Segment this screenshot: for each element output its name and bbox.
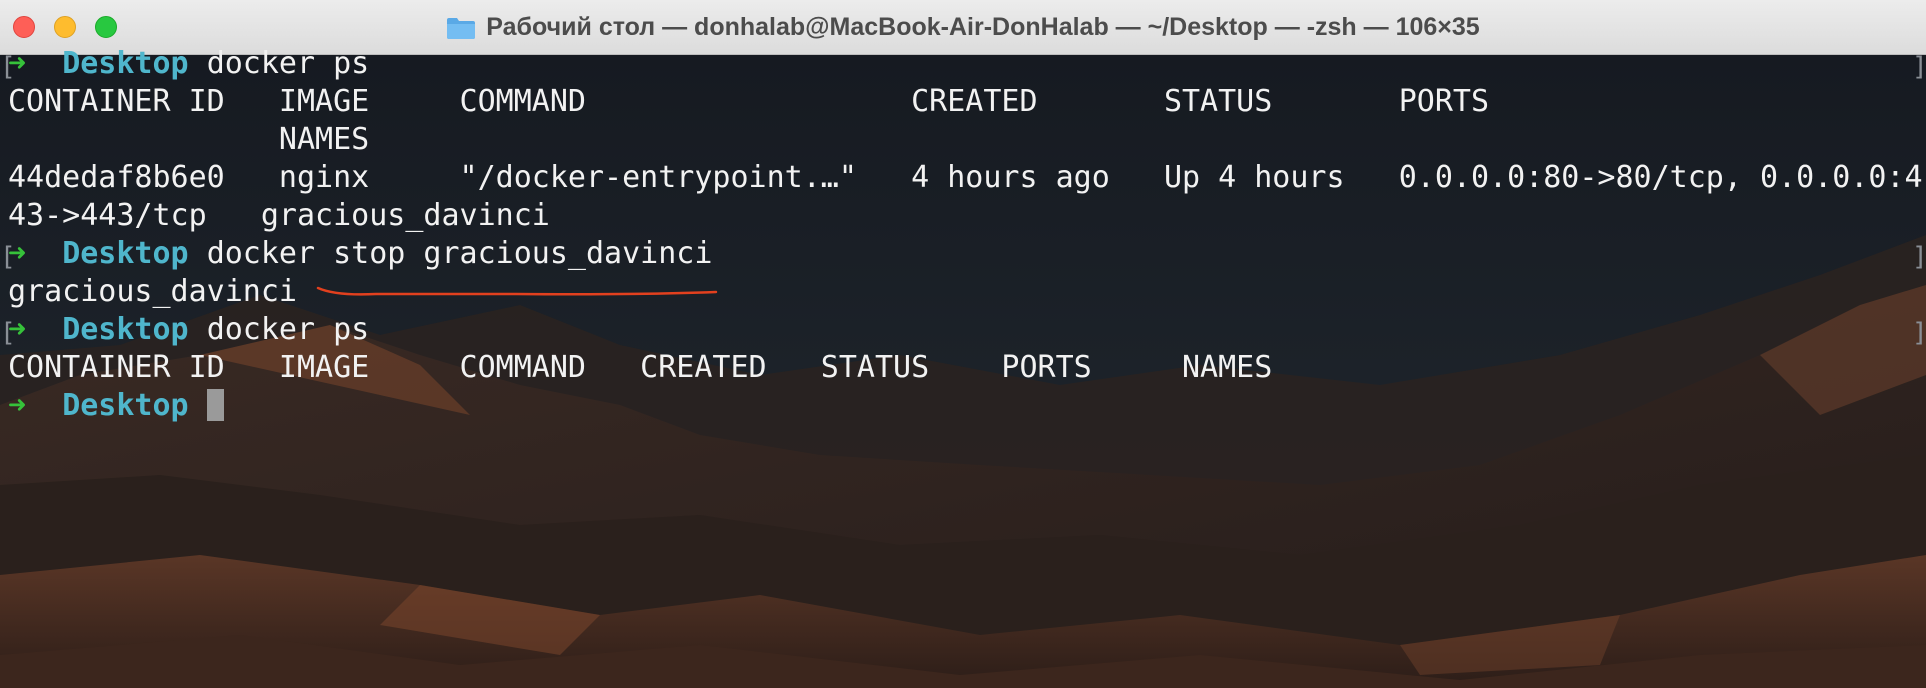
mark-bracket-right: ] <box>1912 314 1926 352</box>
output-line: NAMES <box>8 122 370 157</box>
terminal-output-area[interactable]: [ ] ➜ Desktop docker ps CONTAINER ID IMA… <box>0 46 1926 688</box>
output-line: gracious_davinci <box>8 274 297 309</box>
command-text: docker stop gracious_davinci <box>206 236 713 271</box>
prompt-line: ➜ Desktop docker stop gracious_davinci <box>8 235 712 273</box>
prompt-directory: Desktop <box>62 312 189 347</box>
prompt-line: ➜ Desktop docker ps <box>8 311 369 349</box>
prompt-arrow-icon: ➜ <box>8 46 27 81</box>
current-prompt-line[interactable]: ➜ Desktop <box>8 387 224 425</box>
prompt-arrow-icon: ➜ <box>8 312 27 347</box>
output-line: 44dedaf8b6e0 nginx "/docker-entrypoint.…… <box>8 160 1923 195</box>
command-text: docker ps <box>206 312 370 347</box>
prompt-line: ➜ Desktop docker ps <box>8 45 369 83</box>
terminal-window: Рабочий стол — donhalab@MacBook-Air-DonH… <box>0 0 1926 688</box>
prompt-directory: Desktop <box>62 388 189 423</box>
output-line: CONTAINER ID IMAGE COMMAND CREATED STATU… <box>8 350 1273 385</box>
output-line: 43->443/tcp gracious_davinci <box>8 198 550 233</box>
prompt-arrow-icon: ➜ <box>8 388 27 423</box>
annotation-underline <box>316 286 718 296</box>
prompt-directory: Desktop <box>62 46 189 81</box>
mark-bracket-right: ] <box>1912 48 1926 86</box>
text-cursor <box>206 389 224 421</box>
output-line: CONTAINER ID IMAGE COMMAND CREATED STATU… <box>8 84 1490 119</box>
mark-bracket-right: ] <box>1912 238 1926 276</box>
folder-icon <box>447 17 476 39</box>
prompt-arrow-icon: ➜ <box>8 236 27 271</box>
prompt-directory: Desktop <box>62 236 189 271</box>
command-text: docker ps <box>206 46 370 81</box>
window-title: Рабочий стол — donhalab@MacBook-Air-DonH… <box>486 13 1480 41</box>
